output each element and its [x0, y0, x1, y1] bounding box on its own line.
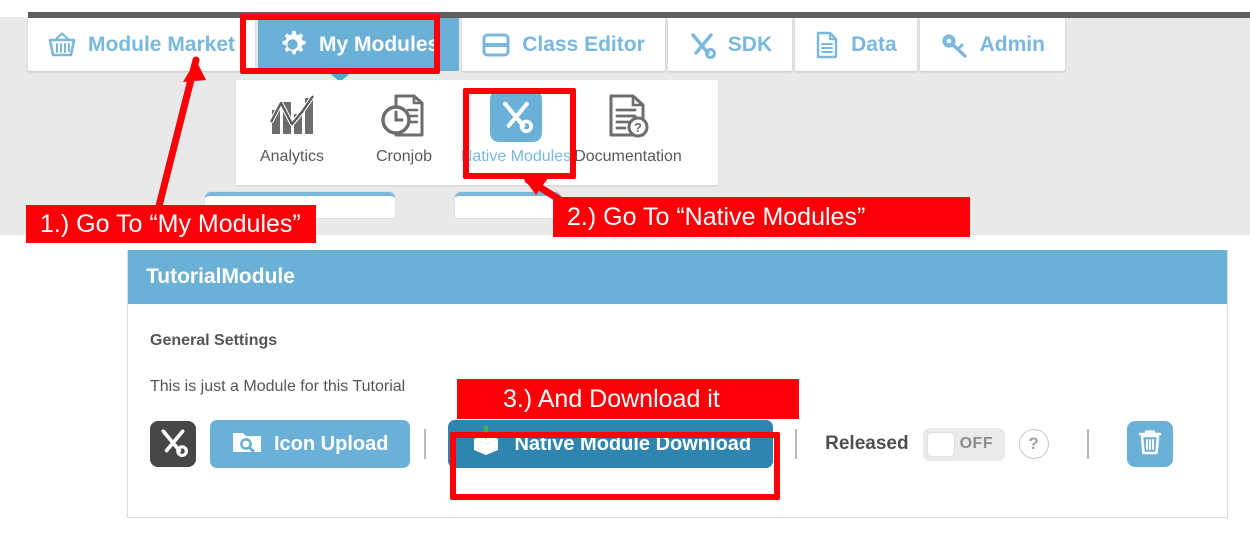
callout-step-1-text: 1.) Go To “My Modules” [40, 209, 301, 238]
submenu-item-documentation[interactable]: ? Documentation [572, 80, 684, 166]
package-download-icon [470, 425, 502, 462]
svg-text:?: ? [634, 120, 642, 135]
obscured-button-right[interactable] [455, 192, 561, 218]
submenu-item-label: Documentation [574, 148, 682, 165]
rows-icon [482, 32, 510, 58]
folder-search-icon [232, 429, 262, 460]
nav-tab-label: SDK [727, 32, 773, 56]
main-navigation: Module Market My Modules Class Editor SD… [28, 18, 1068, 71]
callout-step-1: 1.) Go To “My Modules” [26, 205, 316, 243]
nav-tab-module-market[interactable]: Module Market [28, 18, 256, 71]
nav-tab-admin[interactable]: Admin [919, 18, 1065, 71]
submenu-item-analytics[interactable]: Analytics [236, 80, 348, 166]
key-icon [940, 32, 968, 58]
toggle-knob [927, 432, 954, 456]
divider [424, 429, 427, 459]
nav-tab-label: Data [851, 32, 897, 56]
divider [795, 429, 798, 459]
released-label: Released [825, 433, 909, 454]
native-module-download-label: Native Module Download [514, 432, 752, 455]
delete-button[interactable] [1126, 421, 1173, 467]
callout-step-3: 3.) And Download it [457, 379, 799, 419]
submenu-item-native-modules[interactable]: Native Modules [460, 80, 572, 166]
module-icon-tile [150, 421, 196, 467]
nav-tab-sdk[interactable]: SDK [667, 18, 793, 71]
help-button[interactable]: ? [1018, 429, 1049, 459]
nav-tab-label: Class Editor [522, 32, 645, 56]
action-toolbar: Icon Upload Native Module Download Relea… [150, 418, 1205, 470]
submenu-item-cronjob[interactable]: Cronjob [348, 80, 460, 166]
help-label: ? [1028, 434, 1039, 453]
callout-step-2-text: 2.) Go To “Native Modules” [567, 202, 866, 231]
nav-tab-data[interactable]: Data [795, 18, 917, 71]
nav-tab-label: My Modules [319, 32, 440, 56]
callout-step-3-text: 3.) And Download it [503, 384, 720, 413]
submenu-item-label: Cronjob [375, 148, 433, 165]
nav-tab-my-modules[interactable]: My Modules [258, 18, 460, 71]
tools-icon [688, 31, 716, 59]
gear-icon [278, 30, 307, 59]
panel-header: TutorialModule [128, 250, 1227, 304]
section-title: General Settings [150, 332, 278, 349]
submenu-panel: Analytics Cronjob Native Modules ? Docum… [236, 80, 718, 185]
nav-tab-label: Admin [979, 32, 1045, 56]
nav-tab-label: Module Market [88, 32, 236, 56]
tools-icon [490, 90, 542, 142]
basket-icon [48, 31, 76, 58]
native-module-download-button[interactable]: Native Module Download [448, 420, 774, 468]
divider [1086, 429, 1089, 459]
trash-icon [1137, 428, 1163, 461]
page-title: TutorialModule [146, 265, 295, 288]
submenu-item-label: Analytics [259, 148, 325, 165]
nav-tab-class-editor[interactable]: Class Editor [462, 18, 665, 71]
submenu-item-label: Native Modules [460, 148, 572, 165]
released-toggle[interactable]: OFF [922, 427, 1005, 461]
tools-icon [158, 427, 188, 462]
document-icon [815, 31, 839, 59]
toggle-state-label: OFF [959, 435, 994, 452]
clock-doc-icon [378, 90, 430, 142]
callout-step-2: 2.) Go To “Native Modules” [553, 197, 970, 237]
icon-upload-label: Icon Upload [274, 432, 389, 455]
chart-icon [266, 90, 318, 142]
doc-question-icon: ? [602, 90, 654, 142]
icon-upload-button[interactable]: Icon Upload [210, 420, 411, 468]
